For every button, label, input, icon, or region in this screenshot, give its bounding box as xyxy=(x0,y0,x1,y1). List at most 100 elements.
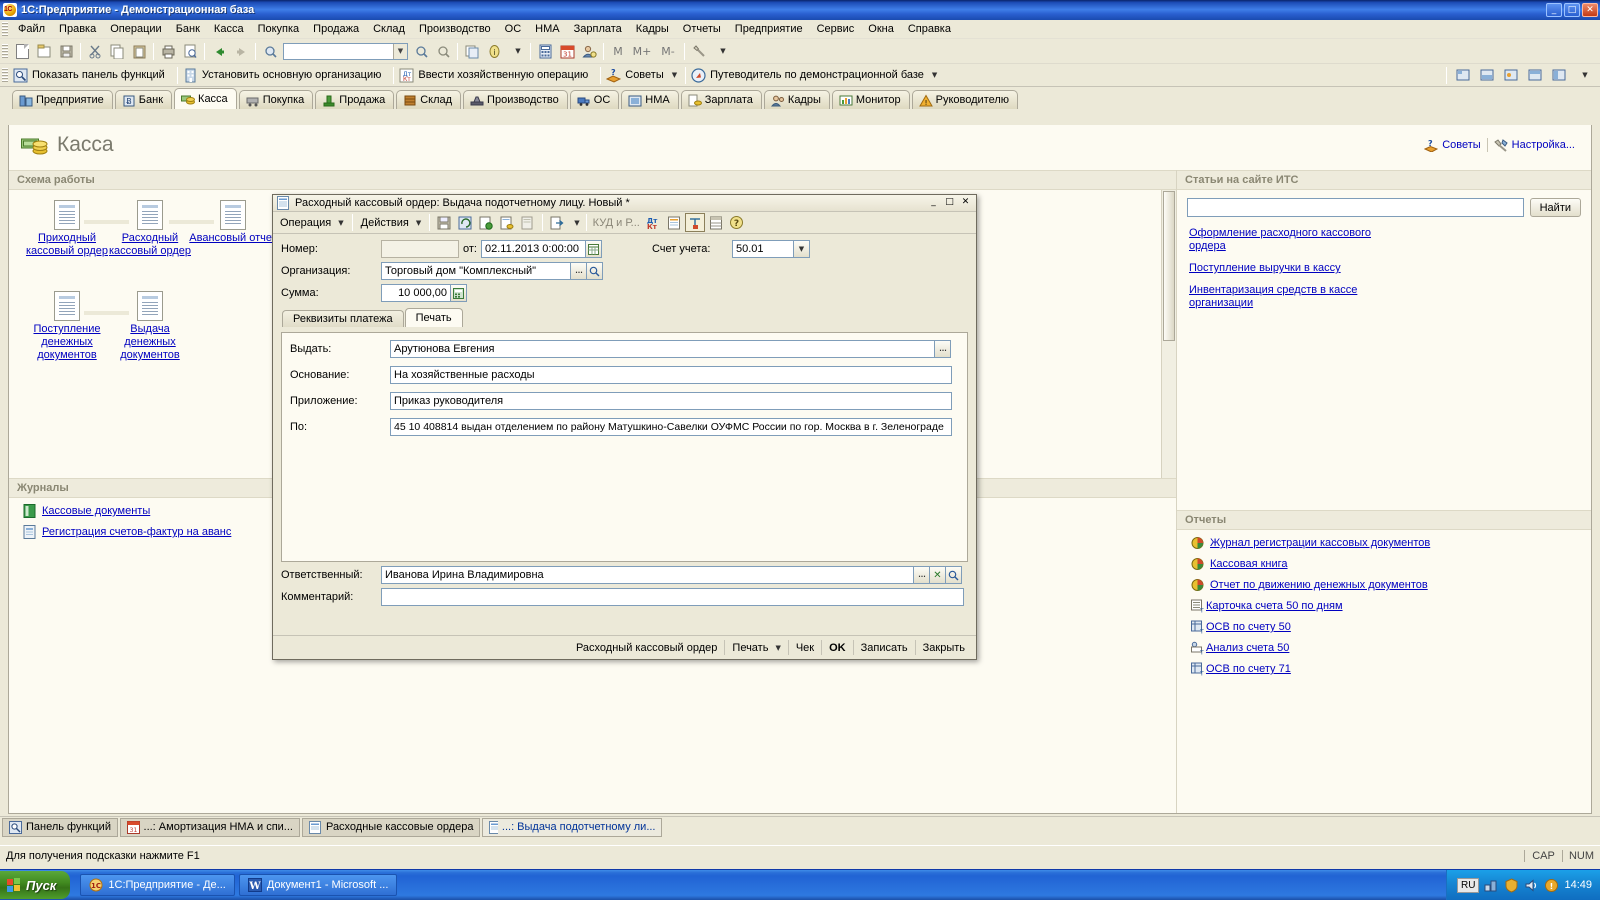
print-icon[interactable] xyxy=(157,41,179,62)
its-search-input[interactable] xyxy=(1187,198,1524,217)
calculator-icon[interactable] xyxy=(534,41,556,62)
post-and-close-icon[interactable] xyxy=(497,213,517,232)
menu-file[interactable]: Файл xyxy=(11,21,52,37)
menu-staff[interactable]: Кадры xyxy=(629,21,676,37)
panel-icon-3[interactable] xyxy=(1500,65,1522,86)
list-item[interactable]: Журнал регистрации кассовых документов xyxy=(1191,536,1583,550)
taskbar-item-word[interactable]: W Документ1 - Microsoft ... xyxy=(238,874,398,896)
account-input[interactable]: 50.01 xyxy=(731,240,794,258)
tab-nma[interactable]: НМА xyxy=(621,90,679,109)
dialog-close-button[interactable]: ✕ xyxy=(959,197,972,209)
tab-rekvizity-platezha[interactable]: Реквизиты платежа xyxy=(282,310,404,327)
responsible-clear-icon[interactable]: ✕ xyxy=(930,566,946,584)
windows-icon[interactable] xyxy=(461,41,483,62)
tab-os[interactable]: ОС xyxy=(569,90,620,109)
memory-mminus-icon[interactable]: M- xyxy=(655,41,681,62)
list-item[interactable]: T ОСВ по счету 50 xyxy=(1191,620,1583,634)
scheme-scrollbar[interactable] xyxy=(1161,190,1176,478)
dialog-minimize-button[interactable]: _ xyxy=(927,197,940,209)
tab-bank[interactable]: Ƀ Банк xyxy=(114,90,173,109)
window-tab-functions-panel[interactable]: Панель функций xyxy=(2,817,118,837)
open-document-icon[interactable] xyxy=(33,41,55,62)
set-main-organization-button[interactable]: Установить основную организацию xyxy=(181,65,391,85)
toolbar-gripper[interactable] xyxy=(2,43,8,59)
register-icon[interactable] xyxy=(664,213,684,232)
menu-service[interactable]: Сервис xyxy=(810,21,862,37)
paste-icon[interactable] xyxy=(128,41,150,62)
scrollbar-thumb[interactable] xyxy=(1163,191,1175,341)
actions-menu-button[interactable]: Действия ▼ xyxy=(357,215,426,231)
its-link[interactable]: Поступление выручки в кассу xyxy=(1189,262,1404,275)
its-find-button[interactable]: Найти xyxy=(1529,198,1581,217)
scheme-node-label[interactable]: Поступление денежных документов xyxy=(21,323,113,362)
sum-input[interactable]: 10 000,00 xyxy=(381,284,451,302)
based-on-icon[interactable] xyxy=(547,213,567,232)
responsible-open-icon[interactable] xyxy=(946,566,962,584)
calendar-picker-button[interactable] xyxy=(585,240,602,258)
menu-enterprise[interactable]: Предприятие xyxy=(728,21,810,37)
tab-zarplata[interactable]: Зарплата xyxy=(680,90,762,109)
menu-salary[interactable]: Зарплата xyxy=(567,21,629,37)
window-tab-rashodnye-ordera[interactable]: Расходные кассовые ордера xyxy=(301,817,481,837)
user-icon[interactable] xyxy=(578,41,600,62)
post-document-icon[interactable] xyxy=(476,213,496,232)
shield-icon[interactable] xyxy=(1504,877,1519,893)
report-link[interactable]: Журнал регистрации кассовых документов xyxy=(1210,537,1430,549)
organization-select-button[interactable]: ... xyxy=(571,262,587,280)
functions-toolbar-gripper[interactable] xyxy=(2,67,8,83)
chevron-down-icon[interactable]: ▼ xyxy=(932,71,937,79)
tab-pokupka[interactable]: Покупка xyxy=(238,90,314,109)
print-button[interactable]: Печать ▼ xyxy=(725,640,787,656)
list-item[interactable]: Кассовая книга xyxy=(1191,557,1583,571)
scheme-node-label[interactable]: Выдача денежных документов xyxy=(104,323,196,362)
appendix-input[interactable]: Приказ руководителя xyxy=(390,392,952,410)
dt-kt-icon[interactable]: Дт Кт xyxy=(643,213,663,232)
guide-button[interactable]: Путеводитель по демонстрационной базе ▼ xyxy=(689,65,942,85)
tab-prodazha[interactable]: Продажа xyxy=(315,90,395,109)
minimize-button[interactable]: _ xyxy=(1546,3,1562,17)
settings-link[interactable]: Настройка... xyxy=(1493,138,1575,152)
find-prev-icon[interactable] xyxy=(432,41,454,62)
list-item[interactable]: Отчет по движению денежных документов xyxy=(1191,578,1583,592)
copy-icon[interactable] xyxy=(106,41,128,62)
start-button[interactable]: Пуск xyxy=(0,871,71,899)
scheme-node-vydacha-dokumentov[interactable]: Выдача денежных документов xyxy=(104,291,196,362)
report-link[interactable]: Анализ счета 50 xyxy=(1206,642,1289,654)
menu-production[interactable]: Производство xyxy=(412,21,498,37)
report-link[interactable]: Отчет по движению денежных документов xyxy=(1210,579,1428,591)
menu-nma[interactable]: НМА xyxy=(528,21,566,37)
language-indicator[interactable]: RU xyxy=(1457,877,1480,893)
volume-icon[interactable] xyxy=(1524,878,1539,893)
menu-operations[interactable]: Операции xyxy=(103,21,168,37)
ok-button[interactable]: OK xyxy=(822,640,853,656)
basis-input[interactable]: На хозяйственные расходы xyxy=(390,366,952,384)
report-link[interactable]: ОСВ по счету 50 xyxy=(1206,621,1291,633)
panel-dropdown-icon[interactable]: ▼ xyxy=(1572,65,1594,86)
window-tab-amortizaciya[interactable]: 31 ...: Амортизация НМА и спи... xyxy=(119,817,300,837)
menu-purchase[interactable]: Покупка xyxy=(251,21,307,37)
list-item[interactable]: T Карточка счета 50 по дням xyxy=(1191,599,1583,613)
list-icon[interactable] xyxy=(706,213,726,232)
journal-link[interactable]: Кассовые документы xyxy=(42,505,150,517)
unpost-icon[interactable] xyxy=(518,213,538,232)
forward-arrow-icon[interactable] xyxy=(230,41,252,62)
new-document-icon[interactable] xyxy=(11,41,33,62)
issue-select-button[interactable]: ... xyxy=(935,340,951,358)
issue-input[interactable]: Арутюнова Евгения xyxy=(390,340,935,358)
report-link[interactable]: ОСВ по счету 71 xyxy=(1206,663,1291,675)
tab-rukovoditelyu[interactable]: ! Руководителю xyxy=(911,90,1019,109)
close-button[interactable]: ✕ xyxy=(1582,3,1598,17)
tab-kassa[interactable]: Касса xyxy=(174,88,237,109)
menu-sale[interactable]: Продажа xyxy=(306,21,366,37)
print-rko-button[interactable]: Расходный кассовый ордер xyxy=(569,640,724,656)
taskbar-clock[interactable]: 14:49 xyxy=(1564,879,1592,891)
panel-icon-1[interactable] xyxy=(1452,65,1474,86)
write-button[interactable]: Записать xyxy=(854,640,915,656)
print-preview-icon[interactable] xyxy=(179,41,201,62)
structure-subordination-icon[interactable] xyxy=(684,213,705,232)
panel-icon-5[interactable] xyxy=(1548,65,1570,86)
dialog-maximize-button[interactable]: □ xyxy=(943,197,956,209)
menu-os[interactable]: ОС xyxy=(498,21,529,37)
help-icon[interactable]: ? xyxy=(727,213,747,232)
list-item[interactable]: T ОСВ по счету 71 xyxy=(1191,662,1583,676)
